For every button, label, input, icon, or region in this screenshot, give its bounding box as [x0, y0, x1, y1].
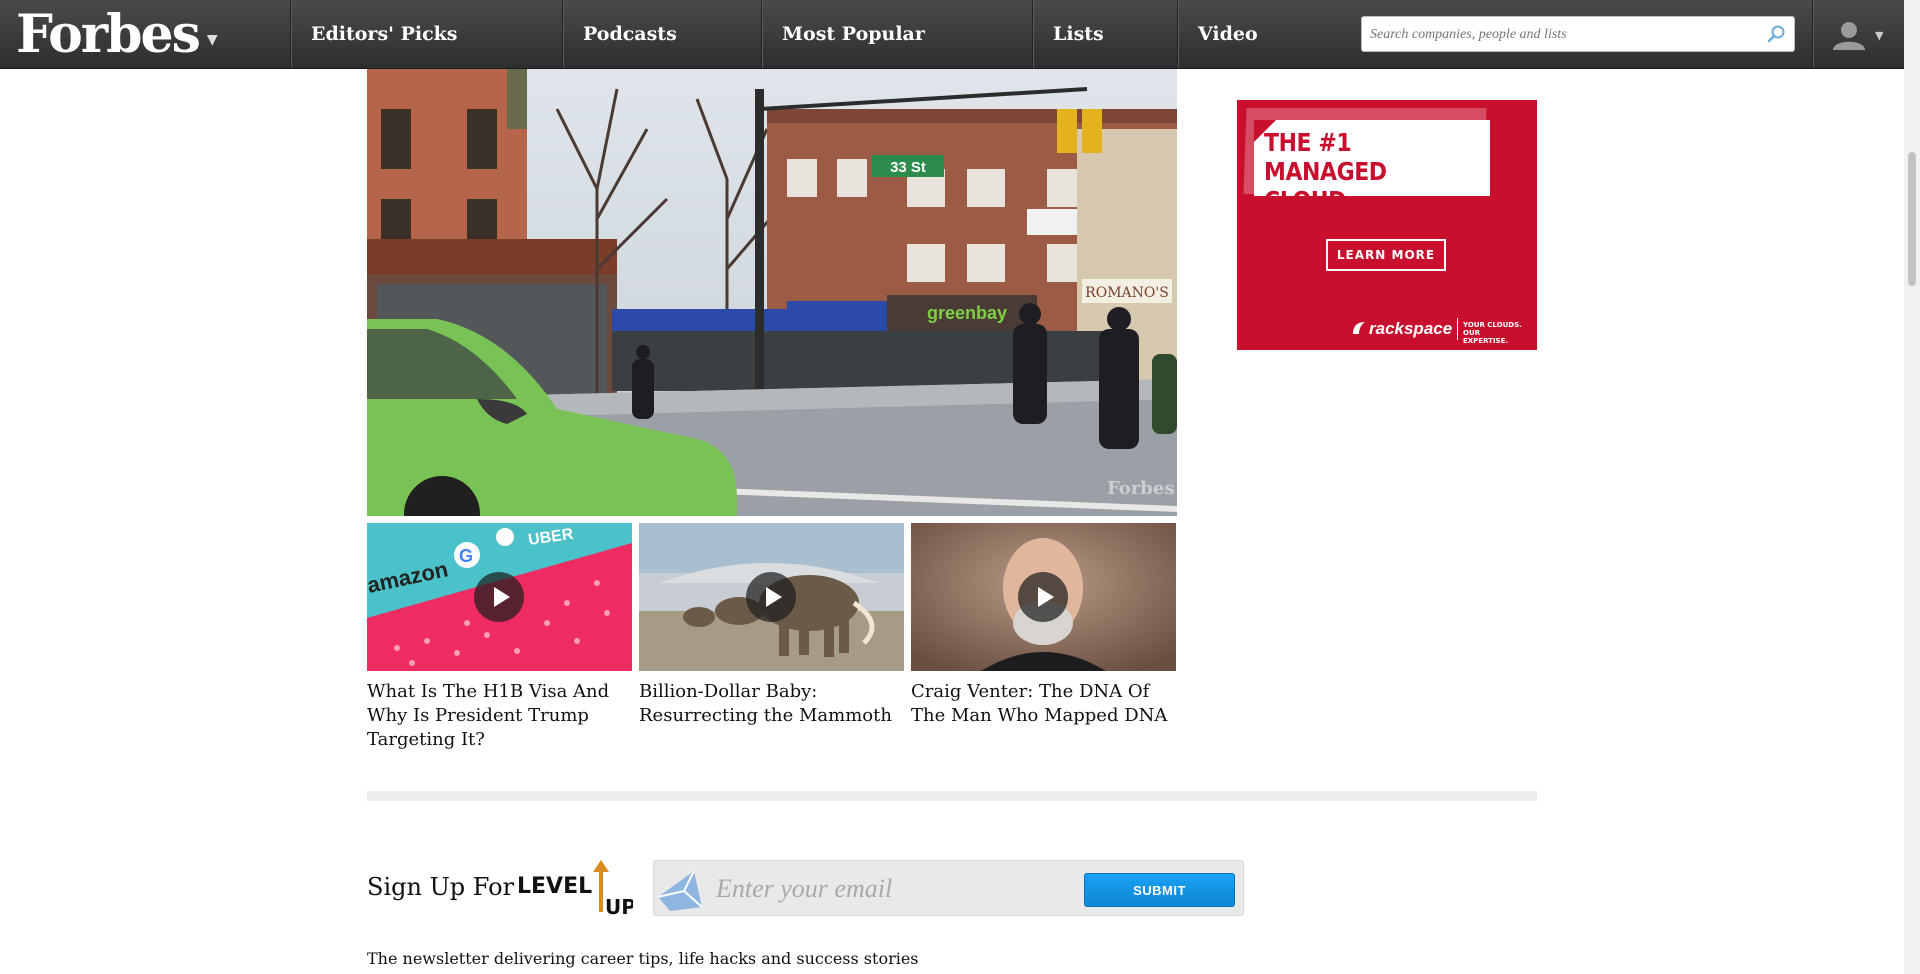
search-box [1361, 16, 1795, 52]
logo-up-text: UP [605, 895, 633, 918]
logo-level-text: LEVEL [517, 874, 592, 899]
search-icon[interactable] [1766, 24, 1786, 44]
street-sign-text: 33 St [890, 159, 926, 176]
submit-button[interactable]: SUBMIT [1084, 873, 1235, 907]
svg-text:G: G [459, 546, 473, 566]
nav-item-most-popular[interactable]: Most Popular [761, 0, 1032, 68]
rackspace-logo-icon [1353, 322, 1365, 334]
forbes-logo[interactable]: Forbes ▼ [16, 3, 218, 65]
user-menu[interactable]: ▼ [1812, 0, 1905, 68]
play-icon[interactable] [1018, 572, 1068, 622]
ad-slogan: YOUR CLOUDS. OUR EXPERTISE. [1463, 321, 1522, 345]
hero-video-player[interactable]: ROMANO'S greenbay 33 St Forbes [367, 69, 1177, 516]
user-avatar-icon [1833, 22, 1865, 50]
play-icon[interactable] [474, 572, 524, 622]
nav-item-editors-picks[interactable]: Editors' Picks [290, 0, 562, 68]
video-thumbnail[interactable] [911, 523, 1176, 671]
video-title[interactable]: What Is The H1B Visa And Why Is Presiden… [367, 680, 632, 752]
ad-headline: THE #1 MANAGED CLOUD COMPANY [1264, 128, 1387, 244]
search-input[interactable] [1368, 21, 1752, 49]
level-up-logo: LEVEL UP [517, 860, 633, 918]
video-thumbnail[interactable]: amazon G UBER [367, 523, 632, 671]
newsletter-form: SUBMIT [653, 860, 1244, 916]
ad-brand-name: rackspace [1369, 319, 1453, 338]
video-title[interactable]: Craig Venter: The DNA Of The Man Who Map… [911, 680, 1176, 728]
store-sign-text: ROMANO'S [1085, 285, 1169, 301]
page-scrollbar[interactable] [1904, 0, 1920, 974]
ad-learn-more-button[interactable]: LEARN MORE [1326, 239, 1446, 271]
street-scene-image: ROMANO'S greenbay 33 St Forbes [367, 69, 1177, 516]
related-video-card-venter[interactable]: Craig Venter: The DNA Of The Man Who Map… [911, 523, 1176, 728]
related-video-card-h1b[interactable]: amazon G UBER What Is The H1B Visa And W… [367, 523, 632, 752]
logo-text: Forbes [16, 3, 201, 65]
nav-item-lists[interactable]: Lists [1032, 0, 1177, 68]
newsletter-tagline: The newsletter delivering career tips, l… [367, 949, 919, 968]
envelope-icon [657, 870, 703, 911]
ad-headline-card: THE #1 MANAGED CLOUD COMPANY [1254, 120, 1490, 244]
newsletter-signup-label: Sign Up For [367, 873, 515, 901]
top-navigation-bar: Forbes ▼ Editors' Picks Podcasts Most Pop… [0, 0, 1904, 69]
ad-brand-separator [1457, 318, 1458, 340]
user-menu-caret-icon: ▼ [1875, 29, 1884, 42]
related-video-card-mammoth[interactable]: Billion-Dollar Baby: Resurrecting the Ma… [639, 523, 904, 728]
email-input[interactable] [714, 871, 1088, 907]
nav-item-video[interactable]: Video [1177, 0, 1344, 68]
section-divider [367, 791, 1537, 801]
shop-sign-text: greenbay [927, 303, 1007, 323]
logo-menu-caret-icon[interactable]: ▼ [207, 32, 218, 48]
rackspace-ad[interactable]: THE #1 MANAGED CLOUD COMPANY LEARN MORE … [1237, 100, 1537, 350]
nav-item-podcasts[interactable]: Podcasts [562, 0, 761, 68]
video-title[interactable]: Billion-Dollar Baby: Resurrecting the Ma… [639, 680, 904, 728]
video-watermark: Forbes [1107, 478, 1174, 499]
play-icon[interactable] [746, 572, 796, 622]
scrollbar-thumb[interactable] [1908, 152, 1916, 286]
video-thumbnail[interactable] [639, 523, 904, 671]
